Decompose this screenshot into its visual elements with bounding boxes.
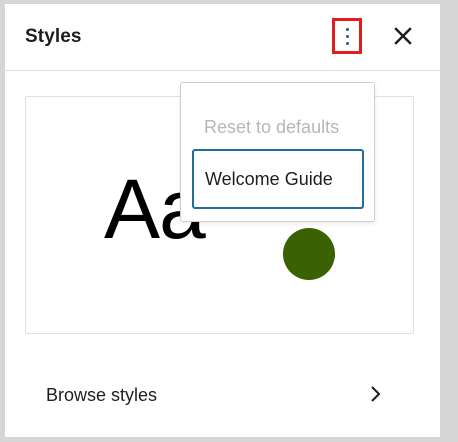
- panel-header: Styles: [5, 4, 440, 71]
- color-swatch: [283, 228, 335, 280]
- close-icon[interactable]: [391, 24, 415, 48]
- menu-item-welcome-guide[interactable]: Welcome Guide: [192, 149, 364, 209]
- panel-title: Styles: [25, 26, 82, 47]
- options-dropdown-menu: Reset to defaults Welcome Guide: [180, 82, 375, 222]
- menu-item-label: Welcome Guide: [205, 168, 333, 189]
- styles-panel: Styles Aa Reset to defaults Welcome Guid…: [5, 4, 440, 437]
- browse-styles-label: Browse styles: [46, 385, 158, 405]
- more-vertical-icon: [345, 27, 349, 45]
- menu-item-reset-to-defaults: Reset to defaults: [204, 117, 340, 137]
- chevron-right-icon: [371, 386, 381, 402]
- browse-styles-button[interactable]: Browse styles: [25, 364, 385, 408]
- options-menu-button[interactable]: [332, 18, 362, 54]
